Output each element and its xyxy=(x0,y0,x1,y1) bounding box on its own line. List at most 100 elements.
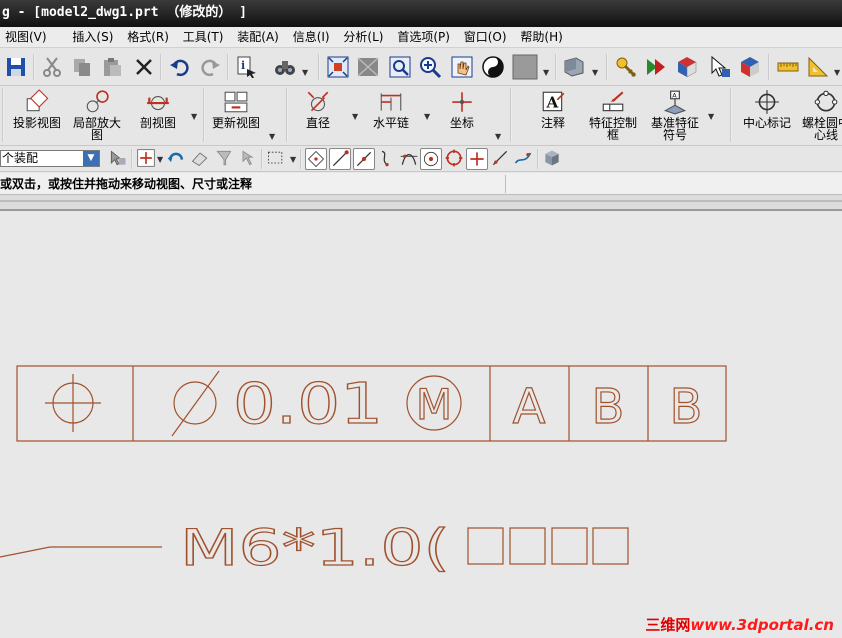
snap-point-on-curve-icon[interactable] xyxy=(466,148,488,170)
menu-insert[interactable]: 插入(S) xyxy=(67,27,118,47)
datum-feature-symbol-icon: A xyxy=(663,90,687,115)
shading-icon[interactable] xyxy=(481,55,505,79)
zoom-area-icon[interactable] xyxy=(356,55,380,79)
bolt-circle-centerline-button[interactable]: 螺栓圆中 心线 xyxy=(798,86,842,144)
undo-icon[interactable] xyxy=(168,55,192,79)
cue-line-text: 或双击，或按住并拖动来移动视图、尺寸或注释 xyxy=(0,177,253,191)
update-view-button[interactable]: 更新视图 xyxy=(208,86,264,144)
eraser-icon[interactable] xyxy=(190,148,210,168)
thread-note-leader[interactable] xyxy=(0,546,162,558)
horizontal-chain-icon xyxy=(380,93,402,111)
snap-quadrant-icon[interactable] xyxy=(444,148,464,168)
view-orient-icon[interactable] xyxy=(562,55,586,79)
selection-scope-icon[interactable] xyxy=(108,148,128,168)
snap-on-surface-icon[interactable] xyxy=(513,148,533,168)
feature-control-frame-button[interactable]: 特征控制 框 xyxy=(584,86,642,144)
horizontal-chain-label: 水平链 xyxy=(372,116,409,130)
detail-view-button[interactable]: 局部放大 图 xyxy=(68,86,126,144)
menu-bar: 视图(V) 插入(S) 格式(R) 工具(T) 装配(A) 信息(I) 分析(L… xyxy=(0,27,842,48)
note-label: 注释 xyxy=(540,116,565,130)
fcf-tolerance-value: 0.01 xyxy=(233,372,383,437)
save-icon[interactable] xyxy=(4,55,28,79)
menu-view[interactable]: 视图(V) xyxy=(0,27,52,47)
snap-midpoint-icon[interactable] xyxy=(353,148,375,170)
selection-scope-value: 个装配 xyxy=(2,151,39,165)
cut-icon[interactable] xyxy=(40,55,64,79)
window-title-bar: g - [model2_dwg1.prt （修改的） ] xyxy=(0,0,842,27)
projected-view-label: 投影视图 xyxy=(12,116,61,130)
snap-intersection-icon[interactable] xyxy=(399,148,419,168)
horizontal-chain-button[interactable]: 水平链 xyxy=(366,86,416,144)
chevron-down-icon[interactable]: ▼ xyxy=(83,151,99,166)
thread-note-text[interactable]: M6*1.0( xyxy=(179,518,450,577)
filter-gray-icon[interactable] xyxy=(214,148,234,168)
note-icon: A xyxy=(542,91,565,111)
snap-endpoint-icon[interactable] xyxy=(329,148,351,170)
fcf-label-2: 框 xyxy=(606,128,619,142)
component-icon[interactable] xyxy=(675,55,699,79)
svg-text:i: i xyxy=(241,59,245,72)
box-select-icon[interactable] xyxy=(266,148,286,168)
menu-window[interactable]: 窗口(O) xyxy=(459,27,512,47)
center-mark-label: 中心标记 xyxy=(742,116,791,130)
graphics-window[interactable]: 0.01 M A B B M6*1.0( 三维网www.3dportal.cn xyxy=(0,211,842,638)
update-view-label: 更新视图 xyxy=(211,116,260,130)
drawing-sheet: 0.01 M A B B M6*1.0( xyxy=(0,365,727,578)
diameter-dimension-button[interactable]: 直径 xyxy=(296,86,340,144)
ordinate-button[interactable]: 坐标 xyxy=(440,86,484,144)
assembly-icon[interactable] xyxy=(738,55,762,79)
select-pointer-icon[interactable] xyxy=(708,55,732,79)
standard-toolbar: i ▼ ▼ ▼ ▼ xyxy=(0,48,842,86)
graphics-window-border xyxy=(0,195,842,211)
fcf-modifier: M xyxy=(416,380,452,429)
snap-existing-point-icon[interactable] xyxy=(305,148,327,170)
projected-view-button[interactable]: 投影视图 xyxy=(8,86,66,144)
window-title: g - [model2_dwg1.prt （修改的） ] xyxy=(2,5,248,20)
binoculars-icon[interactable] xyxy=(273,55,297,79)
menu-tools[interactable]: 工具(T) xyxy=(178,27,229,47)
datum-feature-symbol-button[interactable]: A 基准特征 符号 xyxy=(646,86,704,144)
angle-measure-icon[interactable] xyxy=(806,55,830,79)
detail-view-label-2: 图 xyxy=(90,128,103,142)
section-view-button[interactable]: 剖视图 xyxy=(132,86,184,144)
datum-label-2: 符号 xyxy=(662,128,687,142)
menu-help[interactable]: 帮助(H) xyxy=(515,27,567,47)
selection-toolbar: ▼ ▼ xyxy=(0,146,842,172)
watermark-url: www.3dportal.cn xyxy=(690,616,834,634)
information-icon[interactable]: i xyxy=(235,55,259,79)
menu-format[interactable]: 格式(R) xyxy=(122,27,174,47)
ruler-icon[interactable] xyxy=(776,55,800,79)
menu-assembly[interactable]: 装配(A) xyxy=(232,27,284,47)
menu-preferences[interactable]: 首选项(P) xyxy=(392,27,455,47)
menu-information[interactable]: 信息(I) xyxy=(288,27,335,47)
svg-text:A: A xyxy=(546,93,559,111)
paste-icon[interactable] xyxy=(100,55,124,79)
fit-view-icon[interactable] xyxy=(326,55,350,79)
redo-icon[interactable] xyxy=(198,55,222,79)
note-button[interactable]: A 注释 xyxy=(526,86,580,144)
center-mark-button[interactable]: 中心标记 xyxy=(740,86,794,144)
snap-point-icon[interactable] xyxy=(136,148,156,168)
menu-analysis[interactable]: 分析(L) xyxy=(338,27,388,47)
play-icon[interactable] xyxy=(644,55,668,79)
cube-icon[interactable] xyxy=(542,148,562,168)
display-mode-icon[interactable] xyxy=(512,54,538,80)
ordinate-icon xyxy=(452,92,472,112)
pan-icon[interactable] xyxy=(450,55,474,79)
key-tool-icon[interactable] xyxy=(614,55,638,79)
detail-view-icon xyxy=(86,90,109,113)
feature-control-frame-icon xyxy=(602,91,624,112)
selection-scope-dropdown[interactable]: 个装配 ▼ xyxy=(0,150,100,167)
diameter-dimension-label: 直径 xyxy=(305,116,330,130)
fcf-datum-tertiary: B xyxy=(670,379,703,435)
zoom-window-icon[interactable] xyxy=(388,55,412,79)
zoom-in-icon[interactable] xyxy=(418,55,442,79)
delete-icon[interactable] xyxy=(132,55,156,79)
copy-icon[interactable] xyxy=(70,55,94,79)
snap-arc-center-icon[interactable] xyxy=(420,148,442,170)
deselect-icon[interactable] xyxy=(238,148,258,168)
undo-selection-icon[interactable] xyxy=(166,148,186,168)
snap-line-icon[interactable] xyxy=(490,148,510,168)
fcf-datum-primary: A xyxy=(513,379,546,435)
snap-control-point-icon[interactable] xyxy=(377,148,397,168)
